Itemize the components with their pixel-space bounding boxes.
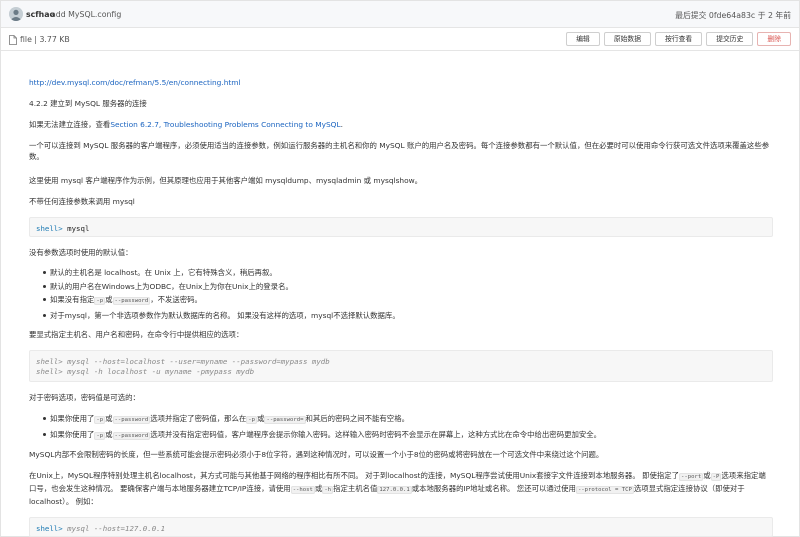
password-list: 如果你使用了 -p 或 --password 选项并指定了密码值，那么在 -p 或 --pas… xyxy=(43,412,773,443)
code-command: mysql --host=localhost --user=myname --p… xyxy=(62,357,330,366)
text: 如果你使用了 xyxy=(50,414,95,423)
troubleshoot-link[interactable]: Section 6.2.7, Troubleshooting Problems … xyxy=(110,120,340,129)
list-item: 默认的主机名是 localhost。在 Unix 上，它有特殊含义，稍后再叙。 xyxy=(43,266,773,280)
text: 如果无法建立连接，查看 xyxy=(29,120,111,129)
code-block-tcp: shell> mysql --host=127.0.0.1 xyxy=(29,517,773,537)
delete-button[interactable]: 删除 xyxy=(757,32,791,46)
paragraph-unix: 在Unix上，MySQL程序特别处理主机名localhost，其方式可能与其他基… xyxy=(29,470,773,507)
text: ，不发送密码。 xyxy=(150,295,202,304)
text: 或 xyxy=(703,471,711,480)
inline-code: -p xyxy=(94,416,106,424)
text: 或本地服务器的IP地址或名称。 您还可以通过使用 xyxy=(411,484,576,493)
file-icon xyxy=(9,35,17,45)
paragraph-noparam: 不带任何连接参数来调用 mysql xyxy=(29,197,135,206)
list-item: 如果没有指定 -p 或 --password ，不发送密码。 xyxy=(43,293,773,309)
code-command: mysql -h localhost -u myname -pmypass my… xyxy=(62,367,255,376)
code-command: mysql xyxy=(62,224,90,233)
code-block-explicit: shell> mysql --host=localhost --user=myn… xyxy=(29,350,773,382)
paragraph-defaults: 没有参数选项时使用的默认值： xyxy=(29,248,133,257)
inline-code: --port xyxy=(679,473,704,481)
list-item: 对于mysql，第一个非选项参数作为默认数据库的名称。 如果没有这样的选项，my… xyxy=(43,309,773,323)
text: 如果你使用了 xyxy=(50,429,95,439)
shell-prompt: shell> xyxy=(36,357,63,366)
inline-code: --protocol = TCP xyxy=(575,486,634,494)
text: 选项并指定了密码值，那么在 xyxy=(150,414,247,423)
inline-code: --host xyxy=(290,486,315,494)
code-block-mysql: shell> mysql xyxy=(29,217,773,237)
code-line: shell> mysql -h localhost -u myname -pmy… xyxy=(36,367,766,377)
file-actions: 编辑 原始数据 按行查看 提交历史 删除 xyxy=(566,32,791,46)
inline-code: --password xyxy=(112,431,151,440)
inline-code: --password xyxy=(112,416,151,424)
file-size-info: file | 3.77 KB xyxy=(20,35,70,44)
text: 或 xyxy=(105,414,113,423)
text: . xyxy=(340,120,343,129)
list-item: 如果你使用了 -p 或 --password 选项并指定了密码值，那么在 -p 或 --pas… xyxy=(43,412,773,428)
commit-message[interactable]: add MySQL.config xyxy=(51,10,121,19)
inline-code: --password= xyxy=(264,416,306,424)
blame-button[interactable]: 按行查看 xyxy=(655,32,703,46)
last-commit-info: 最后提交 0fde64a83c 于 2 年前 xyxy=(675,11,791,20)
paragraph-troubleshoot: 如果无法建立连接，查看Section 6.2.7, Troubleshootin… xyxy=(29,119,773,130)
inline-code: -P xyxy=(710,473,722,481)
shell-prompt: shell> xyxy=(36,524,63,533)
inline-code: -h xyxy=(322,486,334,494)
shell-prompt: shell> xyxy=(36,367,63,376)
text: 在Unix上，MySQL程序特别处理主机名localhost，其方式可能与其他基… xyxy=(29,471,680,480)
defaults-list: 默认的主机名是 localhost。在 Unix 上，它有特殊含义，稍后再叙。 … xyxy=(43,266,773,322)
text: 或 xyxy=(105,295,113,304)
paragraph-example: 这里使用 mysql 客户端程序作为示例，但其原理也应用于其他客户端如 mysq… xyxy=(29,176,423,185)
list-item: 默认的用户名在Windows上为ODBC，在Unix上为你在Unix上的登录名。 xyxy=(43,280,773,294)
raw-button[interactable]: 原始数据 xyxy=(603,32,652,46)
paragraph-limit: MySQL内部不会限制密码的长度，但一些系统可能会提示密码必须小于8位字符，遇到… xyxy=(29,450,604,459)
shell-prompt: shell> xyxy=(36,224,63,233)
inline-code: -p xyxy=(246,416,258,424)
text: 和其后的密码之间不能有空格。 xyxy=(305,414,409,423)
text: 选项并没有指定密码值，客户端程序会提示你输入密码。这样输入密码时密码不会显示在屏… xyxy=(150,429,602,439)
text: 指定主机名值 xyxy=(333,484,378,493)
file-viewer: scfhao add MySQL.config 最后提交 0fde64a83c … xyxy=(0,0,800,537)
edit-button[interactable]: 编辑 xyxy=(566,32,600,46)
inline-code: --password xyxy=(112,297,151,305)
inline-code: -p xyxy=(94,297,106,305)
file-header: file | 3.77 KB 编辑 原始数据 按行查看 提交历史 删除 xyxy=(1,29,799,51)
code-command: mysql --host=127.0.0.1 xyxy=(62,524,166,533)
inline-code: -p xyxy=(94,431,106,440)
section-heading: 4.2.2 建立到 MySQL 服务器的连接 xyxy=(29,99,147,108)
inline-code: 127.0.0.1 xyxy=(377,486,412,494)
avatar[interactable] xyxy=(9,7,23,21)
code-line: shell> mysql --host=localhost --user=myn… xyxy=(36,357,766,367)
history-button[interactable]: 提交历史 xyxy=(706,32,754,46)
commit-bar: scfhao add MySQL.config 最后提交 0fde64a83c … xyxy=(1,1,799,28)
list-item: 如果你使用了 -p 或 --password 选项并没有指定密码值，客户端程序会提示你输… xyxy=(43,428,773,444)
paragraph-intro: 一个可以连接到 MySQL 服务器的客户端程序，必须使用适当的连接参数，例如运行… xyxy=(29,141,770,161)
text: 或 xyxy=(105,429,113,439)
paragraph-password: 对于密码选项，密码值是可选的： xyxy=(29,393,140,402)
text: 如果没有指定 xyxy=(50,295,95,304)
paragraph-explicit: 要显式指定主机名、用户名和密码，在命令行中提供相应的选项： xyxy=(29,330,244,339)
doc-url-link[interactable]: http://dev.mysql.com/doc/refman/5.5/en/c… xyxy=(29,77,773,88)
